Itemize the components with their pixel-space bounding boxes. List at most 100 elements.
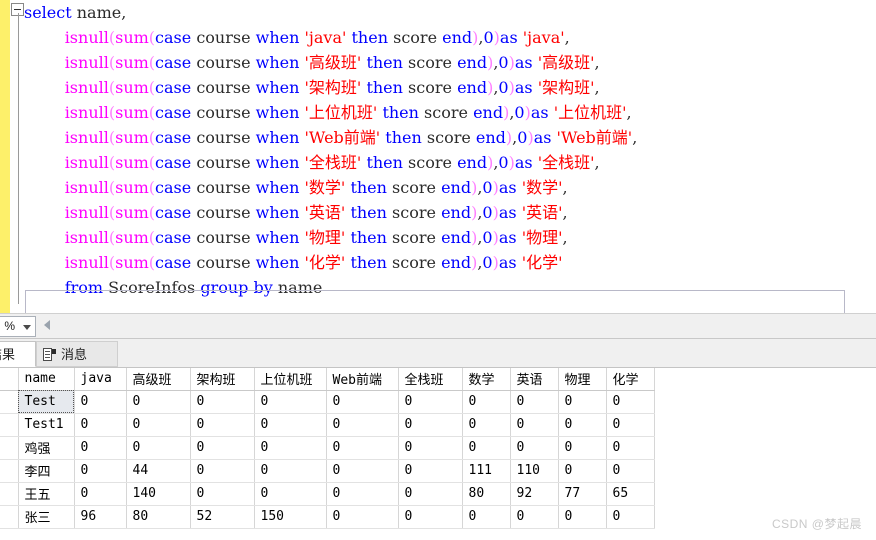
grid-cell[interactable]: 0	[398, 482, 463, 506]
grid-cell[interactable]: 65	[606, 482, 655, 506]
grid-cell[interactable]: 0	[326, 482, 399, 506]
grid-cell[interactable]: 110	[510, 459, 559, 483]
grid-cell[interactable]: 0	[126, 413, 191, 437]
grid-cell[interactable]: 150	[254, 505, 327, 529]
grid-cell[interactable]: 92	[510, 482, 559, 506]
grid-cell[interactable]: 77	[558, 482, 607, 506]
grid-cell[interactable]: 0	[254, 390, 327, 414]
grid-corner-header[interactable]	[0, 368, 19, 391]
grid-cell[interactable]: 80	[126, 505, 191, 529]
grid-cell[interactable]: 0	[326, 436, 399, 460]
results-grid-pane[interactable]: name java 高级班 架构班 上位机班 Web前端 全栈班 数学 英语 物理 化学 Test 0…	[0, 368, 876, 540]
grid-row-selector[interactable]	[0, 482, 19, 506]
grid-column-header[interactable]: name	[18, 368, 75, 391]
table-row[interactable]: Test 0 0 0 0 0 0 0 0 0 0	[0, 390, 655, 414]
grid-cell[interactable]: 0	[254, 482, 327, 506]
grid-row-selector[interactable]	[0, 505, 19, 529]
grid-cell[interactable]: 0	[398, 505, 463, 529]
grid-cell[interactable]: 0	[254, 436, 327, 460]
grid-cell[interactable]: 0	[74, 390, 127, 414]
grid-column-header[interactable]: 全栈班	[398, 368, 463, 391]
grid-cell[interactable]: 0	[606, 505, 655, 529]
grid-cell[interactable]: 0	[606, 413, 655, 437]
grid-cell[interactable]: 140	[126, 482, 191, 506]
grid-cell[interactable]: 0	[510, 390, 559, 414]
grid-cell[interactable]: 80	[462, 482, 511, 506]
grid-cell[interactable]: 0	[606, 459, 655, 483]
grid-row-selector[interactable]	[0, 436, 19, 460]
grid-cell[interactable]: 0	[558, 390, 607, 414]
grid-cell[interactable]: 0	[126, 390, 191, 414]
grid-cell[interactable]: 0	[254, 459, 327, 483]
grid-cell[interactable]: 0	[398, 390, 463, 414]
grid-cell[interactable]: 0	[74, 413, 127, 437]
grid-cell[interactable]: 111	[462, 459, 511, 483]
table-row[interactable]: 张三 96 80 52 150 0 0 0 0 0 0	[0, 505, 655, 529]
grid-cell[interactable]: 0	[190, 482, 255, 506]
grid-cell[interactable]: 0	[510, 436, 559, 460]
grid-cell[interactable]: 0	[558, 505, 607, 529]
table-row[interactable]: 鸡强 0 0 0 0 0 0 0 0 0 0	[0, 436, 655, 460]
tab-messages[interactable]: 消息	[36, 341, 118, 367]
grid-cell[interactable]: 0	[74, 482, 127, 506]
grid-cell[interactable]: 李四	[18, 459, 75, 483]
grid-cell[interactable]: 0	[326, 390, 399, 414]
tab-results[interactable]: 结果	[0, 341, 36, 367]
grid-cell[interactable]: 0	[606, 436, 655, 460]
grid-cell[interactable]: Test1	[18, 413, 75, 437]
grid-cell[interactable]: 0	[398, 459, 463, 483]
grid-cell[interactable]: 0	[326, 413, 399, 437]
sql-code-text[interactable]: select name, isnull(sum(case course when…	[24, 0, 876, 300]
grid-cell[interactable]: 0	[190, 390, 255, 414]
grid-cell[interactable]: 0	[190, 436, 255, 460]
grid-column-header[interactable]: 英语	[510, 368, 559, 391]
zoom-level-combobox[interactable]: %	[0, 316, 36, 337]
grid-cell[interactable]: 鸡强	[18, 436, 75, 460]
grid-cell[interactable]: 0	[510, 413, 559, 437]
grid-cell[interactable]: 0	[510, 505, 559, 529]
grid-cell[interactable]: 0	[74, 459, 127, 483]
grid-cell[interactable]: 0	[190, 459, 255, 483]
table-row[interactable]: 王五 0 140 0 0 0 0 80 92 77 65	[0, 482, 655, 506]
table-row[interactable]: Test1 0 0 0 0 0 0 0 0 0 0	[0, 413, 655, 437]
grid-cell[interactable]: 0	[558, 436, 607, 460]
grid-column-header[interactable]: 物理	[558, 368, 607, 391]
scroll-left-arrow-icon[interactable]	[44, 320, 50, 330]
grid-cell[interactable]: 96	[74, 505, 127, 529]
table-row[interactable]: 李四 0 44 0 0 0 0 111 110 0 0	[0, 459, 655, 483]
grid-cell[interactable]: 0	[462, 505, 511, 529]
grid-column-header[interactable]: Web前端	[326, 368, 399, 391]
grid-column-header[interactable]: 数学	[462, 368, 511, 391]
grid-cell[interactable]: 0	[462, 413, 511, 437]
grid-column-header[interactable]: 上位机班	[254, 368, 327, 391]
grid-cell[interactable]: 0	[462, 436, 511, 460]
grid-cell[interactable]: 0	[254, 413, 327, 437]
grid-cell[interactable]: 0	[398, 436, 463, 460]
grid-row-selector[interactable]	[0, 459, 19, 483]
grid-cell[interactable]: 王五	[18, 482, 75, 506]
grid-body[interactable]: Test 0 0 0 0 0 0 0 0 0 0 Test1 0 0 0 0 0 0 0 0 0 0 鸡强 0 0 0 0 0 0 0 0 0…	[0, 390, 655, 529]
grid-row-selector[interactable]	[0, 413, 19, 437]
grid-cell[interactable]: 0	[326, 459, 399, 483]
grid-column-header[interactable]: 高级班	[126, 368, 191, 391]
grid-cell[interactable]: 0	[326, 505, 399, 529]
grid-cell[interactable]: 0	[558, 413, 607, 437]
sql-editor-pane[interactable]: select name, isnull(sum(case course when…	[0, 0, 876, 313]
chevron-down-icon[interactable]	[23, 325, 31, 330]
grid-cell[interactable]: 张三	[18, 505, 75, 529]
grid-cell[interactable]: 0	[462, 390, 511, 414]
grid-column-header[interactable]: 化学	[606, 368, 655, 391]
grid-column-header[interactable]: 架构班	[190, 368, 255, 391]
grid-row-selector[interactable]	[0, 390, 19, 414]
results-grid[interactable]: name java 高级班 架构班 上位机班 Web前端 全栈班 数学 英语 物理 化学 Test 0…	[0, 368, 655, 529]
grid-cell[interactable]: 0	[126, 436, 191, 460]
grid-cell[interactable]: 0	[606, 390, 655, 414]
grid-cell[interactable]: 44	[126, 459, 191, 483]
grid-cell[interactable]: 0	[558, 459, 607, 483]
grid-cell[interactable]: 52	[190, 505, 255, 529]
grid-column-header[interactable]: java	[74, 368, 127, 391]
grid-cell-selected[interactable]: Test	[18, 390, 75, 414]
grid-cell[interactable]: 0	[74, 436, 127, 460]
grid-cell[interactable]: 0	[190, 413, 255, 437]
grid-cell[interactable]: 0	[398, 413, 463, 437]
